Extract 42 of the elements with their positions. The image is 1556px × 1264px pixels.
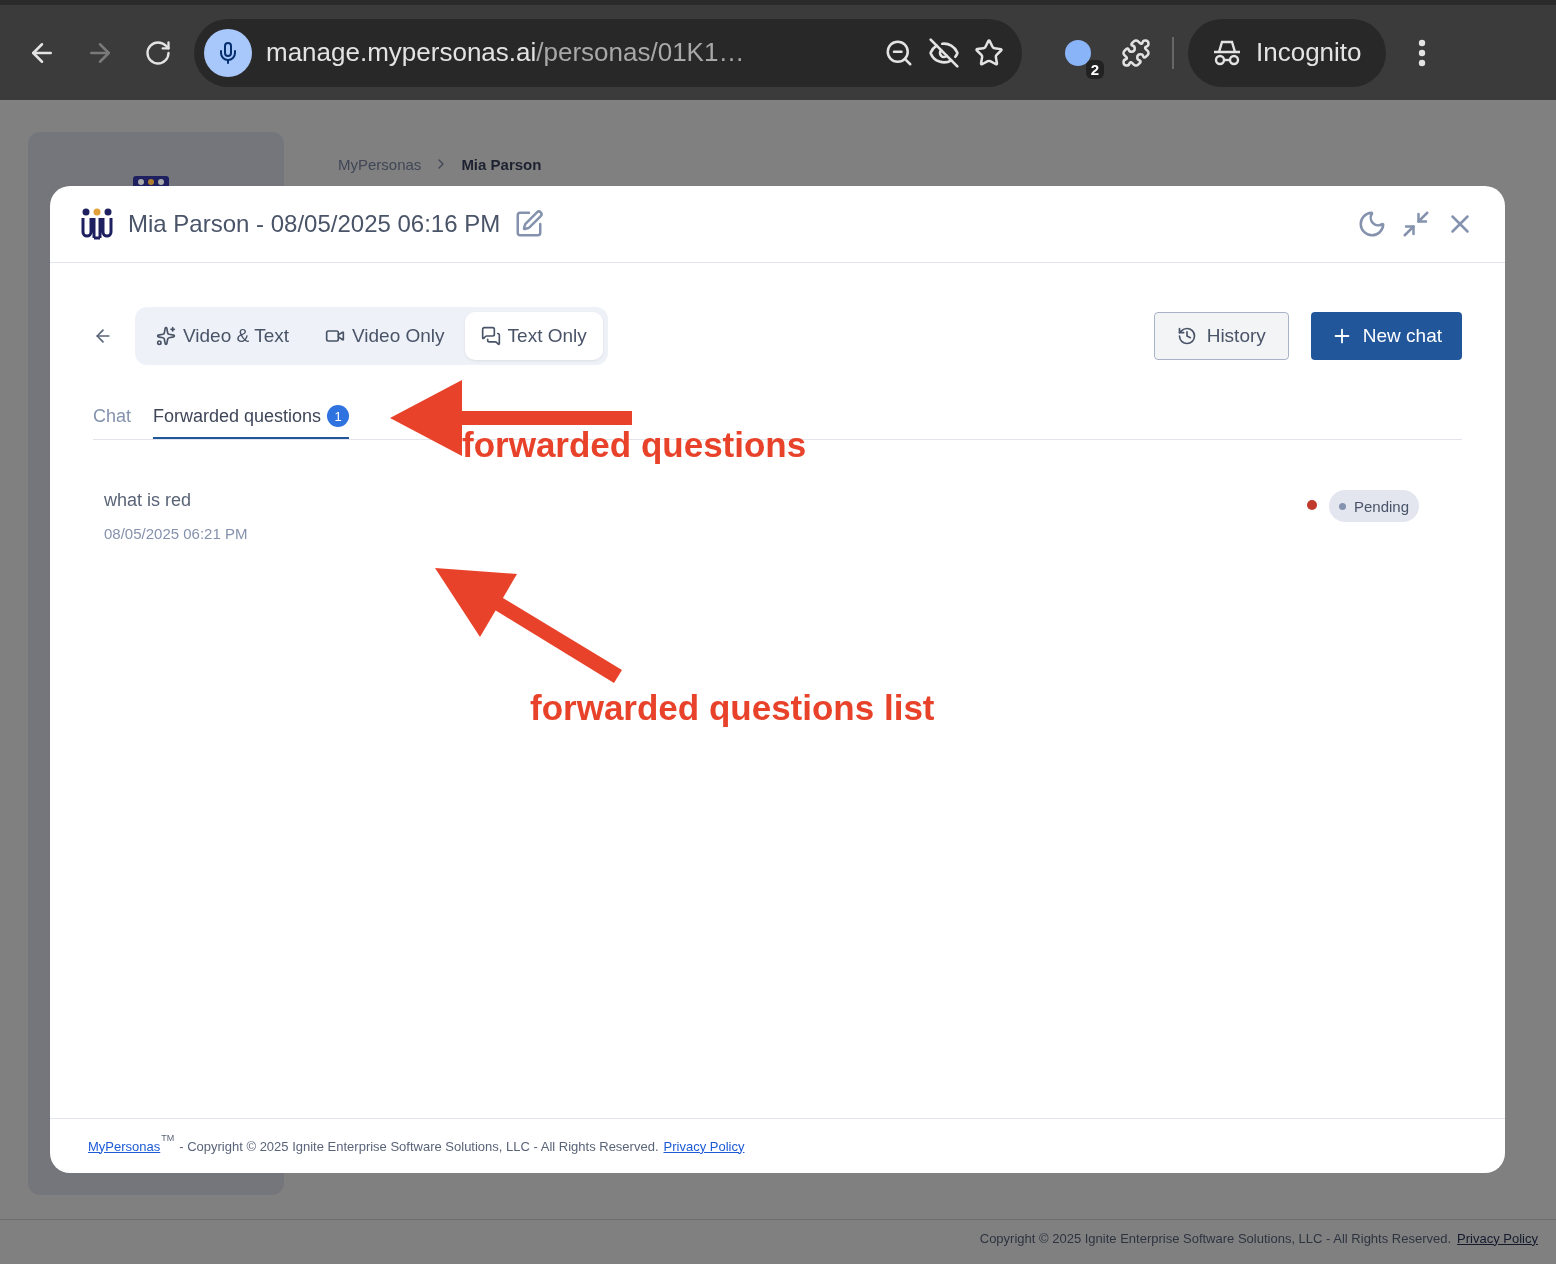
bookmark-star-icon[interactable] [974,37,1004,68]
status-pill: Pending [1328,490,1419,522]
annotation-text: forwarded questions [462,425,807,465]
copyright-text: - Copyright © 2025 Ignite Enterprise Software Solutions, LLC - All Rights Reserved. [179,1138,659,1154]
sparkles-icon [156,326,176,346]
extension-badge: 2 [1085,59,1104,79]
brand-link[interactable]: MyPersonas [88,1138,161,1154]
new-chat-button[interactable]: New chat [1310,312,1462,360]
incognito-icon [1212,38,1242,67]
history-icon [1176,326,1197,346]
copyright-text: Copyright © 2025 Ignite Enterprise Software Solutions, LLC - All Rights Reserved. [979,1230,1452,1246]
count-badge: 1 [327,405,350,427]
privacy-policy-link[interactable]: Privacy Policy [663,1138,745,1154]
extension-icon [1064,38,1092,67]
question-time: 08/05/2025 06:21 PM [104,525,248,542]
moon-button[interactable] [1357,209,1387,239]
tab[interactable]: Forwarded questions 1 [153,405,350,439]
address-bar[interactable]: manage.mypersonas.ai/personas/01K1… [194,18,1022,87]
edit-button[interactable] [514,209,545,239]
trademark-mark: TM [161,1133,175,1143]
mode-tab[interactable]: Video Only [309,312,461,360]
reload-icon [144,38,172,67]
chat-bubbles-icon [480,326,501,346]
modal-title: Mia Parson - 08/05/2025 06:16 PM [128,210,501,238]
annotation-text: forwarded questions list [530,688,935,728]
history-button[interactable]: History [1153,312,1289,360]
incognito-button[interactable]: Incognito [1188,18,1386,87]
minimize-icon [1401,209,1431,239]
breadcrumb-item: Mia Parson [461,155,542,173]
minimize-button[interactable] [1401,209,1431,239]
logo-icon [80,207,114,241]
eye-off-icon[interactable] [928,36,960,69]
moon-icon [1357,209,1387,239]
edit-icon [514,209,545,239]
privacy-policy-link[interactable]: Privacy Policy [1457,1230,1538,1246]
microphone-button[interactable] [204,28,252,77]
question-text: what is red [104,490,193,511]
more-dots-icon [1417,38,1426,67]
mode-tab[interactable]: Text Only [464,312,603,360]
url-text: manage.mypersonas.ai/personas/01K1… [266,37,746,68]
mode-tab[interactable]: Video & Text [140,312,305,360]
puzzle-icon [1121,37,1151,68]
